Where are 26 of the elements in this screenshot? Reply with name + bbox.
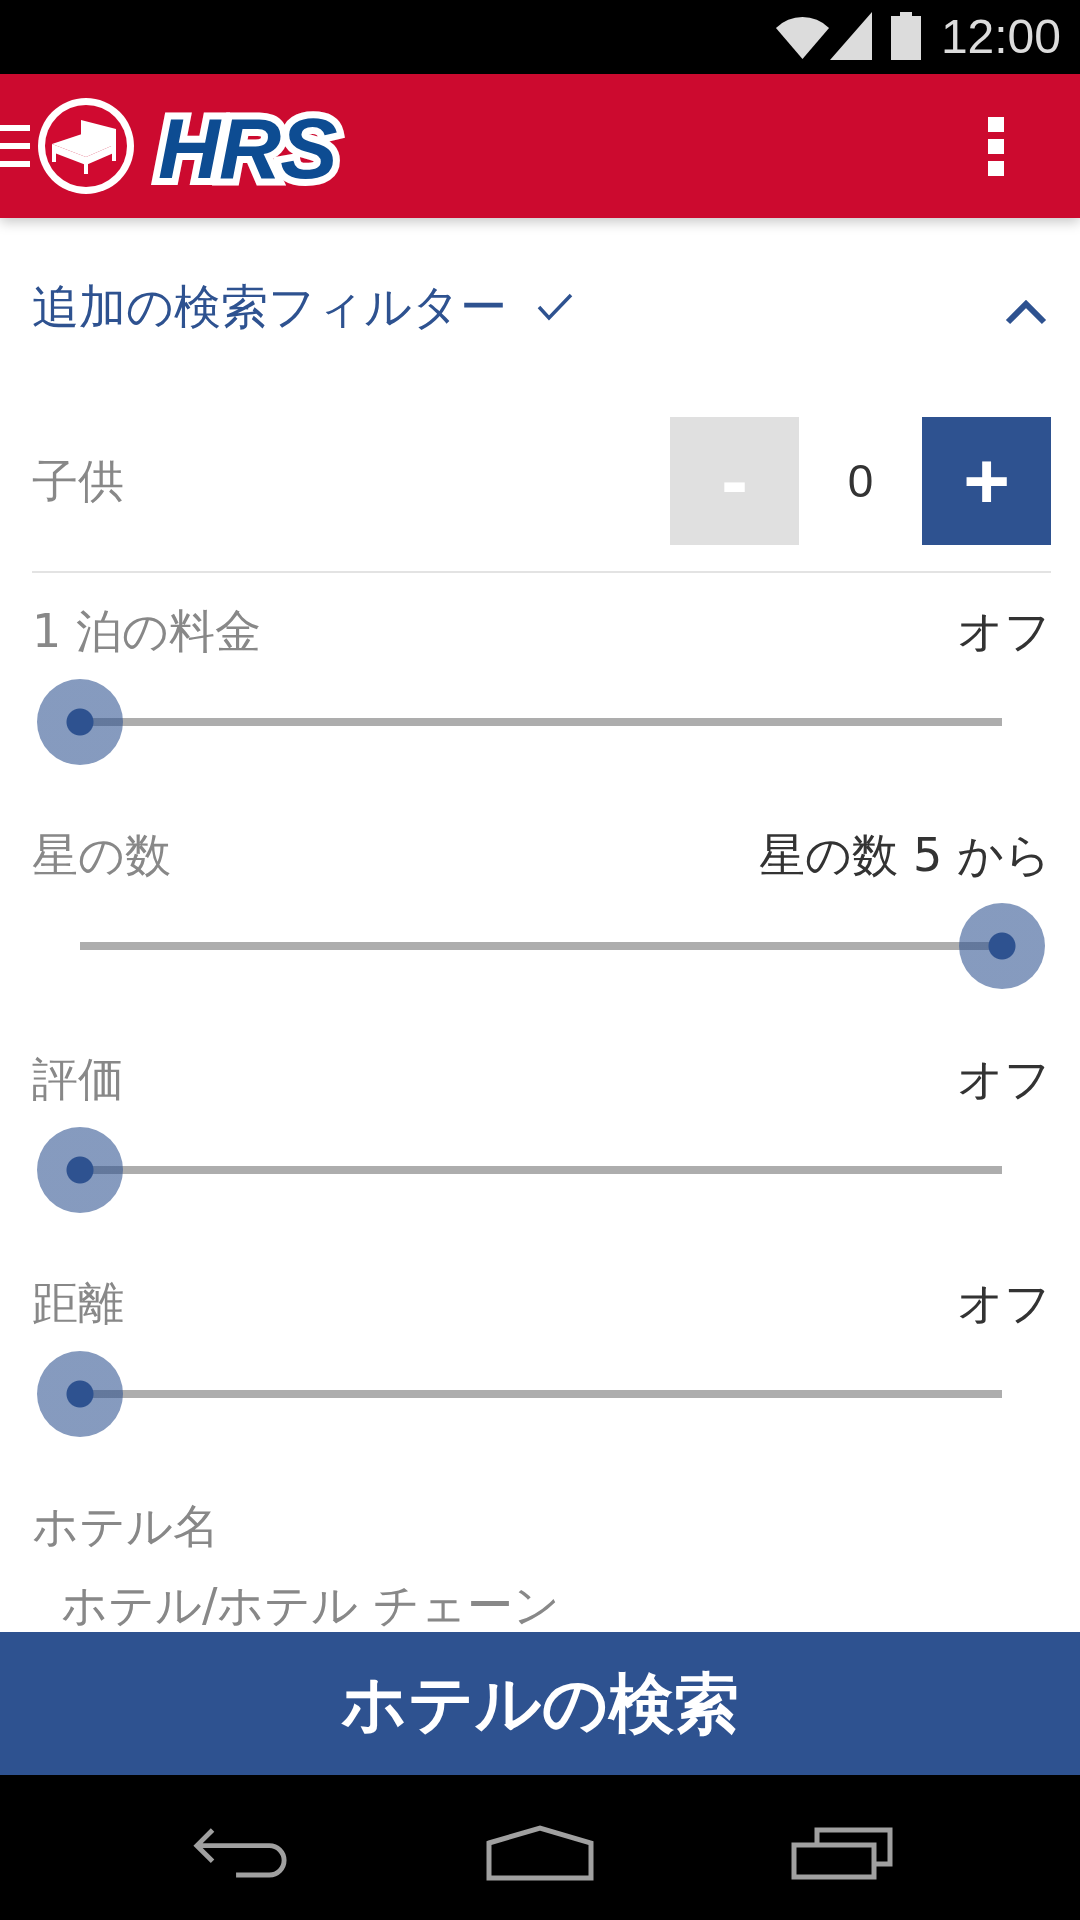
hotel-name-field[interactable]: ホテル/ホテル チェーン [32, 1565, 1051, 1632]
hotel-name-label: ホテル名 [32, 1499, 220, 1553]
status-time: 12:00 [940, 9, 1061, 65]
search-button[interactable]: ホテルの検索 [0, 1632, 1080, 1775]
children-label: 子供 [32, 454, 125, 508]
wifi-icon [774, 15, 830, 59]
slider-value: オフ [957, 1052, 1051, 1106]
slider-label: 星の数 [32, 828, 171, 882]
children-count-value: 0 [846, 454, 875, 508]
menu-icon[interactable] [0, 125, 30, 167]
signal-icon [829, 12, 872, 60]
back-icon[interactable] [191, 1826, 289, 1879]
more-options-icon[interactable] [988, 116, 1004, 176]
section-title[interactable]: 追加の検索フィルター [32, 279, 507, 335]
home-icon[interactable] [486, 1824, 594, 1881]
increment-button[interactable]: + [922, 417, 1051, 545]
slider-value: オフ [957, 1276, 1051, 1330]
battery-icon [890, 12, 921, 60]
chevron-up-icon[interactable] [1005, 299, 1047, 325]
slider-value: オフ [957, 604, 1051, 658]
slider-value: 星の数 5 から [759, 828, 1051, 882]
slider-label: 評価 [32, 1052, 124, 1106]
recent-apps-icon[interactable] [791, 1825, 893, 1880]
bed-logo-icon [38, 98, 134, 194]
slider-label: 1 泊の料金 [32, 604, 261, 658]
slider-label: 距離 [32, 1276, 124, 1330]
